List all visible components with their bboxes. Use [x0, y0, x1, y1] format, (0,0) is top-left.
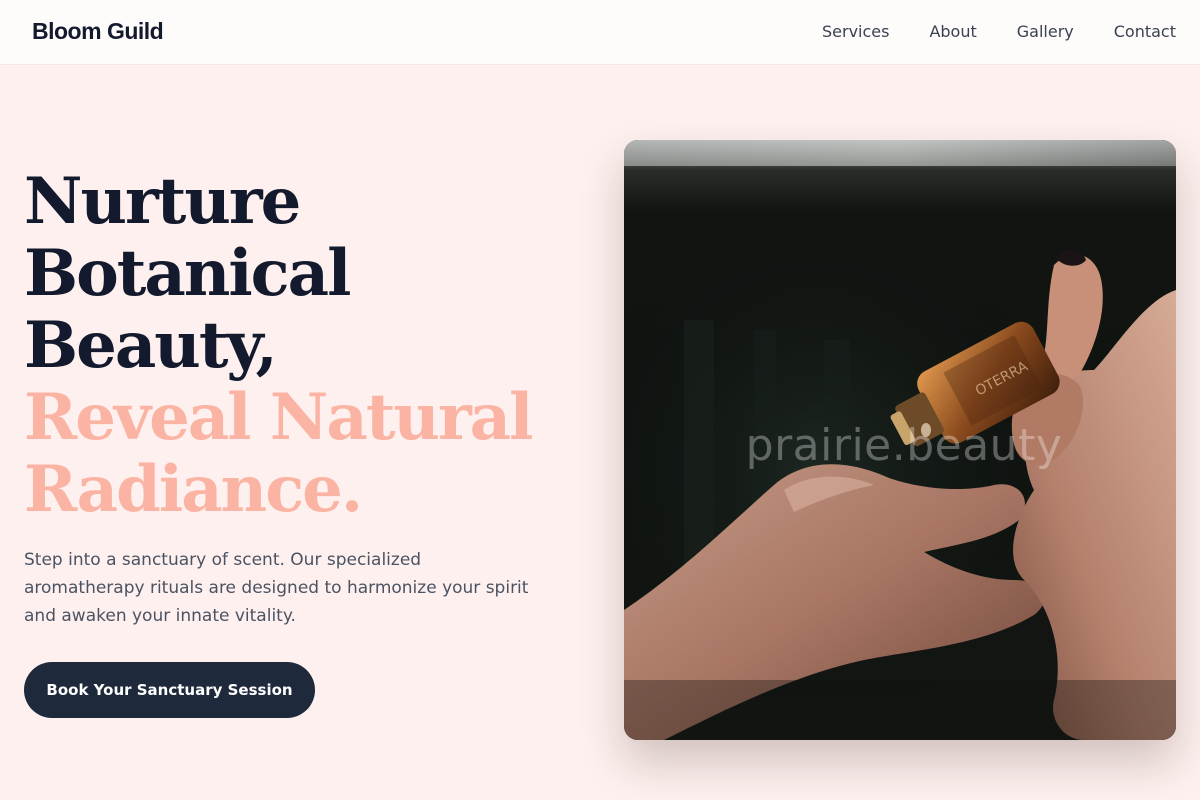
nav-link-about[interactable]: About [929, 22, 976, 41]
hero-title-line: Nurture [24, 164, 301, 239]
hero-image: OTERRA prairie.beauty [624, 140, 1176, 740]
nav-link-gallery[interactable]: Gallery [1017, 22, 1074, 41]
hero-accent-line: Radiance. [24, 452, 363, 527]
brand-logo[interactable]: Bloom Guild [32, 18, 164, 45]
hero-subtitle: Step into a sanctuary of scent. Our spec… [24, 550, 529, 626]
hero-title-line: Botanical [24, 236, 351, 311]
book-session-button[interactable]: Book Your Sanctuary Session [24, 662, 315, 718]
hero-accent-line: Reveal Natural [24, 380, 533, 455]
photo-watermark: prairie.beauty [745, 420, 1063, 471]
hero-title: Nurture Botanical Beauty, Reveal Natural… [24, 164, 533, 527]
main-nav: Services About Gallery Contact [822, 22, 1176, 41]
site-header: Bloom Guild Services About Gallery Conta… [0, 0, 1200, 65]
hero-title-line: Beauty, [24, 308, 278, 383]
nav-link-contact[interactable]: Contact [1114, 22, 1176, 41]
nav-link-services[interactable]: Services [822, 22, 889, 41]
